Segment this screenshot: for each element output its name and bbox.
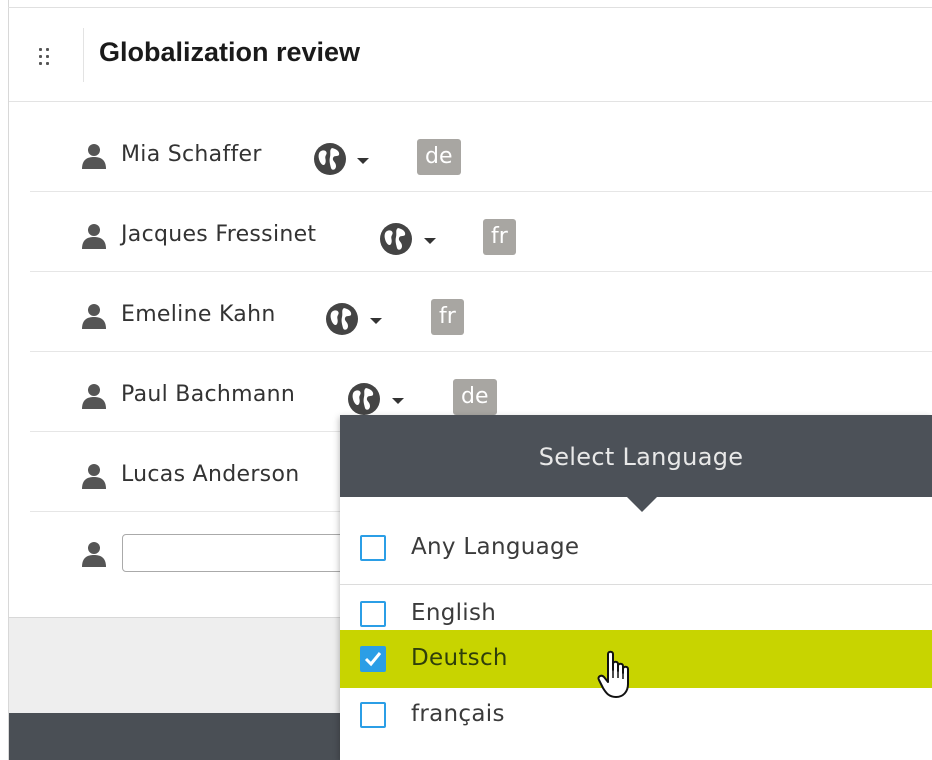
assignee-name: Paul Bachmann: [121, 382, 296, 407]
hand-pointer-cursor-icon: [597, 650, 629, 698]
checkbox[interactable]: [360, 535, 386, 561]
language-badge: de: [453, 379, 497, 415]
assignee-row: Mia Schaffer de: [30, 112, 932, 192]
caret-down-icon[interactable]: [424, 238, 436, 244]
language-dropdown: Select Language Any Language English Deu…: [340, 415, 932, 760]
option-label: Any Language: [411, 534, 580, 560]
header-divider: [83, 28, 84, 82]
caret-down-icon[interactable]: [357, 158, 369, 164]
dropdown-title: Select Language: [538, 443, 744, 471]
language-option-any[interactable]: Any Language: [340, 513, 932, 585]
globe-icon[interactable]: [313, 142, 347, 176]
panel-header: Globalization review: [9, 8, 932, 102]
option-label: English: [411, 600, 497, 626]
globe-icon[interactable]: [379, 222, 413, 256]
language-badge: de: [417, 139, 461, 175]
dropdown-pointer: [627, 497, 657, 512]
option-label: français: [411, 701, 505, 727]
checkmark-icon: [364, 652, 382, 667]
checkbox[interactable]: [360, 702, 386, 728]
assignee-row: Emeline Kahn fr: [30, 272, 932, 352]
caret-down-icon[interactable]: [370, 318, 382, 324]
person-icon: [82, 304, 106, 329]
assignee-name: Emeline Kahn: [121, 302, 276, 327]
person-icon: [82, 464, 106, 489]
person-icon: [82, 542, 106, 567]
assignee-name: Jacques Fressinet: [121, 222, 317, 247]
assignee-name: Lucas Anderson: [121, 462, 300, 487]
person-icon: [82, 144, 106, 169]
checkbox[interactable]: [360, 601, 386, 627]
person-icon: [82, 384, 106, 409]
language-badge: fr: [431, 299, 464, 335]
language-option-francais[interactable]: français: [340, 686, 932, 744]
assignee-name: Mia Schaffer: [121, 142, 262, 167]
page-title: Globalization review: [99, 37, 361, 67]
globe-icon[interactable]: [347, 382, 381, 416]
caret-down-icon[interactable]: [392, 398, 404, 404]
drag-handle-icon[interactable]: [37, 46, 53, 66]
option-label: Deutsch: [411, 645, 508, 671]
language-badge: fr: [483, 219, 516, 255]
person-icon: [82, 224, 106, 249]
assignee-row: Jacques Fressinet fr: [30, 192, 932, 272]
dropdown-header: Select Language: [340, 415, 932, 497]
language-option-deutsch[interactable]: Deutsch: [340, 630, 932, 688]
checkbox-checked[interactable]: [360, 646, 386, 672]
globe-icon[interactable]: [325, 302, 359, 336]
